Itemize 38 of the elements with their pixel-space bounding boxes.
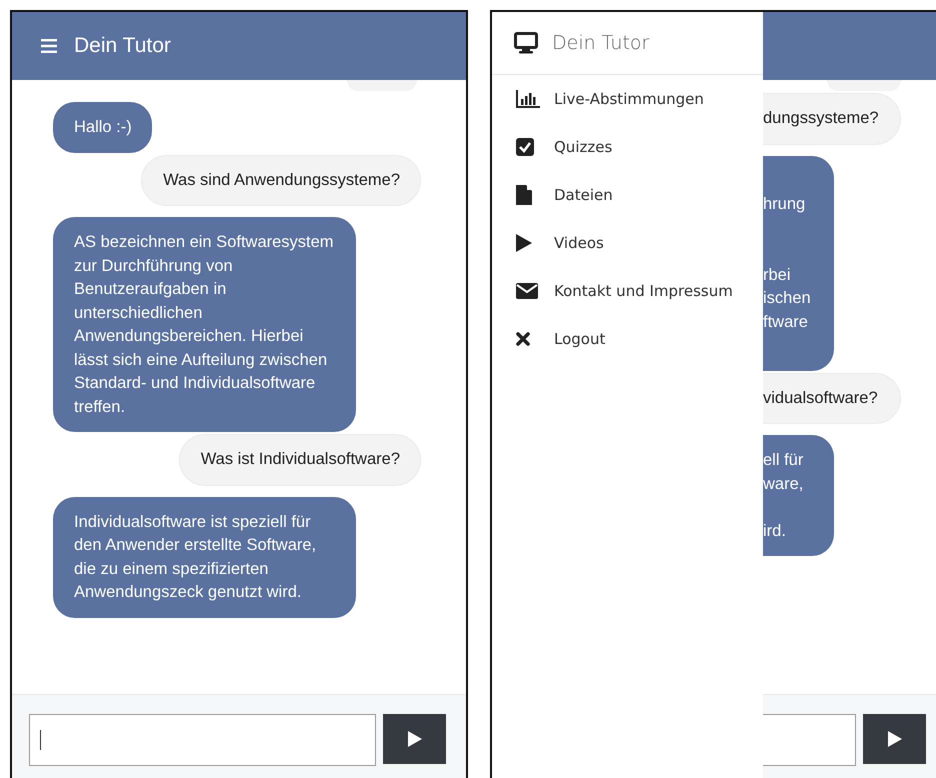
message-text: rbei	[763, 266, 791, 284]
message-input[interactable]	[29, 714, 376, 766]
message-bubble: Was sind Anwendungssysteme?	[141, 154, 421, 206]
menu-item[interactable]: Dateien	[492, 171, 763, 219]
message-text: ftware	[763, 312, 808, 330]
monitor-icon	[514, 32, 538, 54]
message-bubble	[347, 80, 417, 91]
close-icon	[516, 332, 530, 346]
menu-item[interactable]: Live-Abstimmungen	[492, 75, 763, 123]
menu-item[interactable]: Logout	[492, 315, 763, 363]
message-text: ware,	[763, 474, 804, 492]
message-text: ell für	[763, 451, 804, 469]
message-input[interactable]	[763, 714, 856, 766]
send-button[interactable]	[383, 714, 446, 764]
message-text: ird.	[763, 522, 786, 540]
file-icon	[516, 185, 532, 205]
message-text: vidualsoftware?	[763, 388, 878, 406]
drawer-title: Dein Tutor	[552, 32, 650, 54]
message-text: dungssysteme?	[763, 109, 879, 127]
envelope-icon	[516, 283, 538, 299]
menu-item[interactable]: Kontakt und Impressum	[492, 267, 763, 315]
message-bubble: Individualsoftware ist speziell für den Anwender erstellte Software, die zu einem spezifizierten Anwendungszeck genutzt wird.	[53, 496, 356, 618]
bar-chart-icon	[516, 90, 540, 108]
send-button[interactable]	[863, 714, 926, 764]
menu-icon[interactable]	[41, 39, 57, 53]
message-bubble: Hallo :-)	[53, 102, 152, 152]
message-bubble: Was ist Individualsoftware?	[178, 434, 421, 486]
message-bubble: AS bezeichnen ein Softwaresystem zur Durchführung von Benutzeraufgaben in unterschiedlichen Anwendungsbereichen. Hierbei lässt sich eine Aufteilung zwischen Standard- und Individualsoftware treffen.	[53, 217, 356, 432]
menu-item[interactable]: Quizzes	[492, 123, 763, 171]
menu-item[interactable]: Videos	[492, 219, 763, 267]
play-icon	[516, 234, 532, 252]
checkbox-icon	[516, 138, 534, 156]
play-icon	[888, 731, 902, 747]
play-icon	[408, 731, 422, 747]
message-text: ischen	[763, 289, 811, 307]
app-title: Dein Tutor	[74, 34, 171, 58]
text-cursor-icon	[40, 730, 41, 750]
message-text: hrung	[763, 195, 806, 213]
